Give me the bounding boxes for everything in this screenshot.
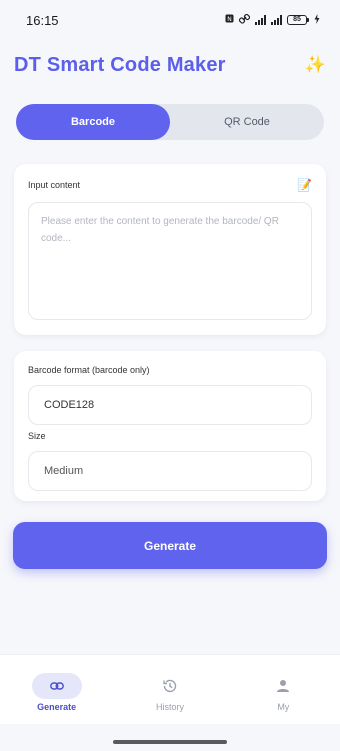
charging-icon — [314, 13, 320, 27]
svg-text:N: N — [227, 16, 232, 23]
home-indicator[interactable] — [113, 740, 227, 744]
battery-icon: 85 — [287, 15, 309, 25]
sparkles-icon[interactable]: ✨ — [305, 55, 326, 75]
generate-button[interactable]: Generate — [13, 522, 327, 569]
battery-level: 85 — [287, 15, 307, 25]
app-title: DT Smart Code Maker — [14, 53, 226, 76]
options-card: Barcode format (barcode only) CODE128 Si… — [14, 351, 326, 501]
input-content-label: Input content — [28, 180, 81, 190]
bottom-nav: Generate History My — [0, 654, 340, 724]
barcode-format-select[interactable]: CODE128 — [28, 385, 312, 425]
tab-barcode[interactable]: Barcode — [16, 104, 170, 140]
input-card: Input content 📝 Please enter the content… — [14, 164, 326, 335]
link-icon — [31, 673, 82, 699]
size-select[interactable]: Medium — [28, 451, 312, 491]
app-header: DT Smart Code Maker ✨ — [0, 40, 340, 90]
signal-icon — [255, 15, 266, 25]
history-icon — [162, 673, 178, 699]
content-input[interactable]: Please enter the content to generate the… — [28, 202, 312, 320]
person-icon — [276, 673, 290, 699]
nav-item-my[interactable]: My — [227, 655, 340, 724]
memo-icon: 📝 — [297, 178, 312, 192]
status-icons: N 85 — [225, 13, 320, 27]
status-time: 16:15 — [26, 12, 59, 28]
status-bar: 16:15 N 85 — [0, 0, 340, 40]
nav-label-my: My — [277, 702, 290, 712]
notification-icon: N — [225, 14, 234, 26]
nav-item-generate[interactable]: Generate — [0, 655, 113, 724]
nav-label-history: History — [155, 702, 184, 712]
nav-label-generate: Generate — [37, 702, 77, 712]
mode-tabs: Barcode QR Code — [16, 104, 324, 140]
barcode-format-label: Barcode format (barcode only) — [28, 365, 150, 375]
size-label: Size — [28, 431, 46, 441]
link-status-icon — [238, 13, 251, 27]
tab-qr-code[interactable]: QR Code — [170, 104, 324, 140]
signal-icon-2 — [271, 15, 282, 25]
nav-item-history[interactable]: History — [113, 655, 226, 724]
